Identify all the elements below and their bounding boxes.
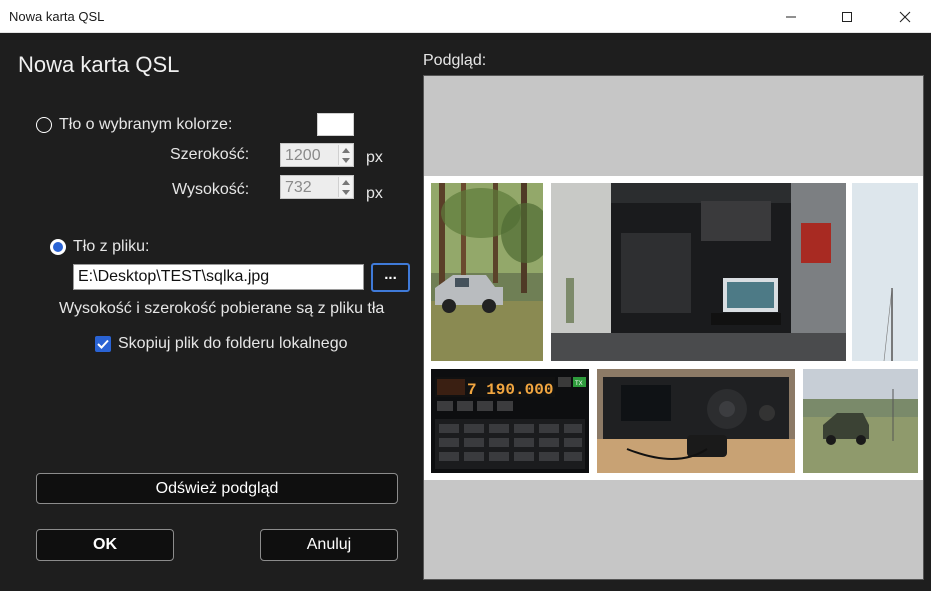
file-background-radio[interactable] [50,239,66,255]
width-unit: px [366,149,383,166]
height-increment[interactable] [338,177,352,187]
photo-truck-station [551,183,846,361]
photo-radio-display: 7 190.000 TX [431,369,589,473]
color-picker-swatch[interactable] [317,113,354,136]
height-label: Wysokość: [172,181,250,198]
width-label: Szerokość: [170,146,250,163]
window-title: Nowa karta QSL [9,9,105,24]
height-decrement[interactable] [338,187,352,197]
width-stepper[interactable]: 1200 [280,143,354,167]
preview-label: Podgląd: [423,52,487,69]
minimize-icon [786,16,796,17]
copy-file-label: Skopiuj plik do folderu lokalnego [118,335,348,352]
height-value: 732 [285,179,312,196]
height-stepper[interactable]: 732 [280,175,354,199]
refresh-preview-button[interactable]: Odśwież podgląd [36,473,398,504]
photo-transceiver [597,369,795,473]
tx-indicator: TX [575,381,583,387]
width-increment[interactable] [338,145,352,155]
chevron-down-icon [341,189,350,195]
maximize-button[interactable] [824,0,870,33]
qsl-card-preview: 7 190.000 TX [424,176,923,480]
width-decrement[interactable] [338,155,352,165]
ok-button[interactable]: OK [36,529,174,561]
close-button[interactable] [882,0,928,33]
color-background-label: Tło o wybranym kolorze: [59,116,233,133]
color-background-radio[interactable] [36,117,52,133]
qsl-dialog: Nowa karta QSL Tło o wybranym kolorze: S… [0,33,931,591]
height-unit: px [366,185,383,202]
file-size-info: Wysokość i szerokość pobierane są z plik… [59,300,385,317]
chevron-up-icon [341,179,350,185]
cancel-button[interactable]: Anuluj [260,529,398,561]
width-value: 1200 [285,147,321,164]
minimize-button[interactable] [768,0,814,33]
dialog-heading: Nowa karta QSL [18,52,180,77]
browse-button[interactable]: ... [371,263,410,292]
photo-truck-forest [431,183,543,361]
maximize-icon [842,11,852,22]
close-icon [899,11,911,22]
frequency-readout: 7 190.000 [467,381,553,399]
file-path-input[interactable]: E:\Desktop\TEST\sqlka.jpg [73,264,364,290]
photo-antenna [852,183,918,361]
copy-file-checkbox[interactable] [95,336,111,352]
preview-area: 7 190.000 TX [423,75,924,580]
photo-suv-field [803,369,918,473]
file-background-label: Tło z pliku: [73,238,150,255]
title-bar: Nowa karta QSL [0,0,931,33]
chevron-down-icon [341,157,350,163]
checkmark-icon [97,339,109,349]
chevron-up-icon [341,147,350,153]
